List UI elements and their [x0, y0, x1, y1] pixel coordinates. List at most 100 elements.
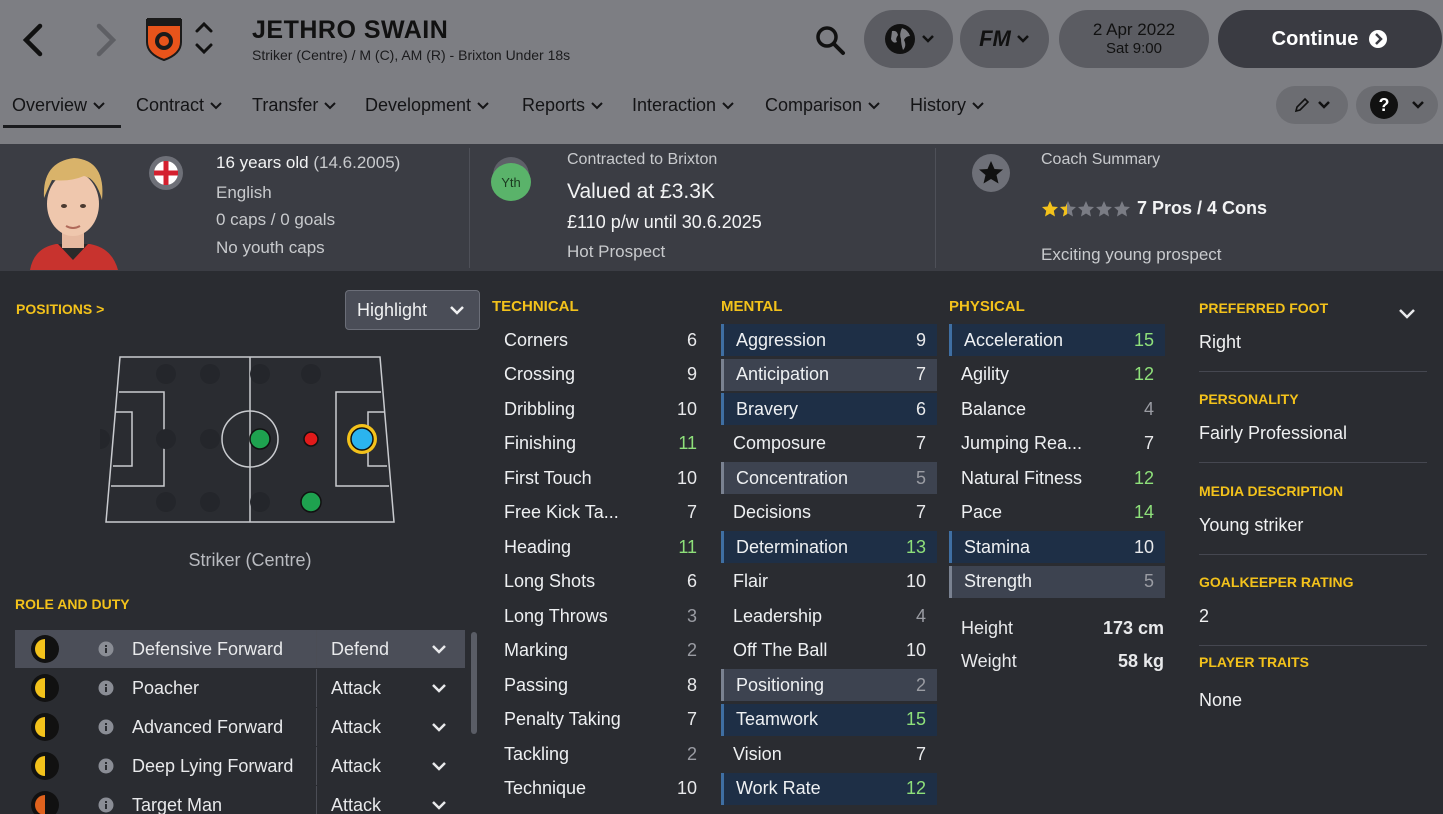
attribute-row[interactable]: Finishing 11	[492, 428, 708, 460]
attribute-name: Vision	[733, 743, 782, 764]
attribute-row[interactable]: Natural Fitness 12	[949, 462, 1165, 494]
attribute-value: 9	[915, 329, 926, 350]
fm-logo: FM	[979, 26, 1011, 51]
attribute-row[interactable]: Heading 11	[492, 531, 708, 563]
duty-dropdown[interactable]: Attack	[316, 786, 465, 814]
help-menu-button[interactable]: ?	[1356, 86, 1438, 124]
attribute-row[interactable]: First Touch 10	[492, 462, 708, 494]
attribute-value: 2	[686, 743, 697, 764]
positions-link[interactable]: POSITIONS >	[16, 301, 104, 317]
attribute-row[interactable]: Bravery 6	[721, 393, 937, 425]
role-row[interactable]: Advanced Forward Attack	[15, 708, 465, 746]
duty-dropdown[interactable]: Attack	[316, 669, 465, 707]
attribute-row[interactable]: Positioning 2	[721, 669, 937, 701]
date-button[interactable]: 2 Apr 2022 Sat 9:00	[1059, 10, 1209, 68]
attribute-name: Aggression	[736, 329, 827, 350]
attribute-name: Agility	[961, 364, 1010, 384]
attribute-row[interactable]: Free Kick Ta... 7	[492, 497, 708, 529]
fm-menu-button[interactable]: FM	[960, 10, 1049, 68]
tab-history[interactable]: History	[910, 94, 984, 116]
world-menu-button[interactable]	[864, 10, 953, 68]
tab-transfer[interactable]: Transfer	[252, 94, 337, 116]
player-scroll-arrows[interactable]	[194, 20, 214, 56]
attribute-row[interactable]: Jumping Rea... 7	[949, 428, 1165, 460]
tab-comparison[interactable]: Comparison	[765, 94, 880, 116]
duty-dropdown[interactable]: Attack	[316, 708, 465, 746]
role-name: Deep Lying Forward	[132, 755, 294, 776]
attribute-row[interactable]: Penalty Taking 7	[492, 704, 708, 736]
tab-label: Contract	[136, 94, 205, 115]
tab-reports[interactable]: Reports	[522, 94, 603, 116]
duty-dropdown[interactable]: Defend	[316, 630, 465, 668]
role-row[interactable]: Deep Lying Forward Attack	[15, 747, 465, 785]
role-row[interactable]: Defensive Forward Defend	[15, 630, 465, 668]
attribute-row[interactable]: Decisions 7	[721, 497, 937, 529]
info-collapse-button[interactable]	[1396, 306, 1418, 320]
back-button[interactable]	[13, 20, 53, 60]
attribute-value: 15	[1133, 329, 1154, 350]
info-icon[interactable]	[98, 680, 114, 696]
attribute-row[interactable]: Vision 7	[721, 738, 937, 770]
attribute-row[interactable]: Stamina 10	[949, 531, 1165, 563]
attribute-row[interactable]: Flair 10	[721, 566, 937, 598]
scrollbar[interactable]	[471, 632, 477, 734]
attribute-row[interactable]: Corners 6	[492, 324, 708, 356]
attribute-row[interactable]: Composure 7	[721, 428, 937, 460]
attribute-row[interactable]: Leadership 4	[721, 600, 937, 632]
attribute-row[interactable]: Determination 13	[721, 531, 937, 563]
divider	[1199, 462, 1427, 463]
highlight-dropdown[interactable]: Highlight	[345, 290, 480, 330]
attribute-row[interactable]: Long Shots 6	[492, 566, 708, 598]
player-value: Valued at £3.3K	[567, 180, 715, 203]
edit-menu-button[interactable]	[1276, 86, 1348, 124]
tab-interaction[interactable]: Interaction	[632, 94, 734, 116]
attribute-row[interactable]: Long Throws 3	[492, 600, 708, 632]
attribute-row[interactable]: Anticipation 7	[721, 358, 937, 391]
tab-label: Reports	[522, 94, 586, 115]
chevron-down-icon	[477, 102, 489, 110]
attribute-row[interactable]: Dribbling 10	[492, 393, 708, 425]
attribute-row[interactable]: Balance 4	[949, 393, 1165, 425]
attribute-row[interactable]: Technique 10	[492, 773, 708, 805]
pros-cons[interactable]: 7 Pros / 4 Cons	[1137, 198, 1267, 219]
duty-dropdown[interactable]: Attack	[316, 747, 465, 785]
role-row[interactable]: Poacher Attack	[15, 669, 465, 707]
forward-button[interactable]	[86, 20, 126, 60]
attribute-name: Technique	[504, 778, 587, 798]
attribute-row[interactable]: Marking 2	[492, 635, 708, 667]
continue-button[interactable]: Continue	[1218, 10, 1442, 68]
weight-label: Weight	[961, 651, 1017, 671]
contracted-to: Contracted to Brixton	[567, 151, 718, 168]
role-row[interactable]: Target Man Attack	[15, 786, 465, 814]
attribute-row[interactable]: Tackling 2	[492, 738, 708, 770]
search-button[interactable]	[812, 22, 848, 58]
attribute-row[interactable]: Aggression 9	[721, 324, 937, 356]
player-age: 16 years old	[216, 153, 309, 172]
attribute-row[interactable]: Agility 12	[949, 359, 1165, 391]
info-icon[interactable]	[98, 641, 114, 657]
tab-overview[interactable]: Overview	[12, 94, 105, 116]
player-photo	[22, 148, 124, 270]
tab-contract[interactable]: Contract	[136, 94, 222, 116]
attribute-row[interactable]: Crossing 9	[492, 359, 708, 391]
attribute-row[interactable]: Pace 14	[949, 497, 1165, 529]
coach-summary-icon-wrap	[971, 153, 1011, 193]
attribute-name: First Touch	[504, 467, 592, 488]
attribute-row[interactable]: Off The Ball 10	[721, 635, 937, 667]
info-icon[interactable]	[98, 758, 114, 774]
info-icon[interactable]	[98, 719, 114, 735]
info-icon[interactable]	[98, 797, 114, 813]
attribute-row[interactable]: Concentration 5	[721, 462, 937, 494]
attribute-row[interactable]: Acceleration 15	[949, 324, 1165, 356]
attribute-value: 6	[915, 398, 926, 419]
club-badge[interactable]	[143, 14, 185, 62]
chevron-down-icon	[1318, 101, 1330, 109]
attribute-row[interactable]: Work Rate 12	[721, 772, 937, 805]
nation-flag[interactable]	[148, 155, 184, 191]
tab-development[interactable]: Development	[365, 94, 489, 116]
attribute-row[interactable]: Strength 5	[949, 565, 1165, 598]
attribute-row[interactable]: Teamwork 15	[721, 703, 937, 736]
attribute-row[interactable]: Passing 8	[492, 669, 708, 701]
duty-label: Attack	[331, 794, 382, 814]
duty-label: Attack	[331, 677, 382, 698]
